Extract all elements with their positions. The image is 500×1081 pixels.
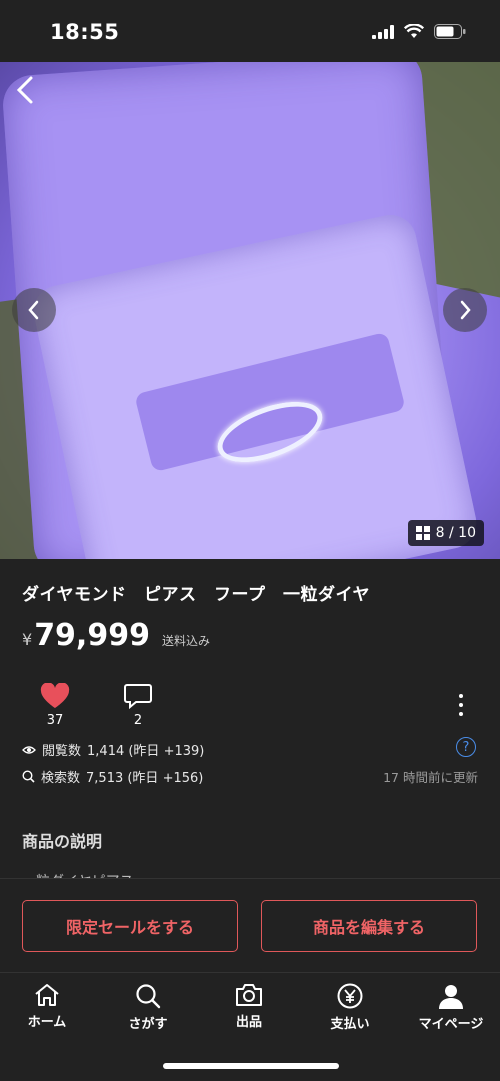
currency-symbol: ¥ [22,630,33,649]
tab-payment-label: 支払い [330,1017,370,1032]
image-counter[interactable]: 8 / 10 [407,520,484,546]
chevron-left-icon [16,76,33,104]
description-heading: 商品の説明 [22,832,103,851]
comment-icon [124,684,152,709]
views-row: 閲覧数 1,414 (昨日 +139) [22,740,204,759]
battery-icon [434,24,466,39]
price-row: ¥ 79,999 送料込み [22,618,210,653]
tab-search-label: さがす [128,1017,168,1032]
prev-image-button[interactable] [12,288,56,332]
searches-value: 7,513 (昨日 +156) [86,771,204,786]
action-bar: 限定セールをする 商品を編集する [0,878,500,973]
tab-home[interactable]: ホーム [2,983,92,1030]
searches-label: 検索数 [41,771,81,786]
like-count: 37 [46,713,64,728]
chevron-left-icon [28,300,39,320]
eye-icon [22,745,36,754]
help-icon[interactable]: ? [456,737,476,757]
comment-button[interactable]: 2 [124,683,152,728]
yen-icon [337,983,363,1009]
views-label: 閲覧数 [42,744,82,759]
tab-mypage-label: マイページ [418,1017,484,1032]
person-icon [439,985,463,1009]
back-button[interactable] [14,75,38,105]
wifi-icon [404,24,424,38]
tab-mypage[interactable]: マイページ [406,983,496,1032]
edit-product-button[interactable]: 商品を編集する [261,900,477,952]
chevron-right-icon [460,300,471,320]
tab-sell-label: 出品 [235,1015,262,1030]
searches-row: 検索数 7,513 (昨日 +156) [22,767,203,786]
status-bar: 18:55 [0,0,500,62]
home-icon [35,984,59,1006]
price: 79,999 [34,618,150,653]
next-image-button[interactable] [443,288,487,332]
product-image[interactable] [0,62,500,559]
home-indicator[interactable] [163,1063,339,1069]
search-small-icon [22,770,35,783]
tab-search[interactable]: さがす [103,983,193,1032]
status-time: 18:55 [50,20,120,44]
tab-payment[interactable]: 支払い [305,983,395,1032]
status-icons [372,24,466,39]
like-button[interactable]: 37 [40,683,70,728]
views-value: 1,414 (昨日 +139) [87,744,205,759]
more-options-icon[interactable] [458,694,464,716]
comment-count: 2 [133,713,143,728]
camera-icon [236,984,262,1006]
heart-icon [40,683,70,708]
signal-icon [372,24,394,39]
limited-sale-button[interactable]: 限定セールをする [22,900,238,952]
search-icon [136,984,161,1009]
updated-time: 17 時間前に更新 [383,770,478,785]
shipping-note: 送料込み [161,634,210,648]
image-counter-text: 8 / 10 [435,525,476,541]
grid-icon [415,526,430,540]
tab-home-label: ホーム [27,1015,67,1030]
tab-sell[interactable]: 出品 [204,983,294,1030]
product-title: ダイヤモンド ピアス フープ 一粒ダイヤ [22,585,370,605]
